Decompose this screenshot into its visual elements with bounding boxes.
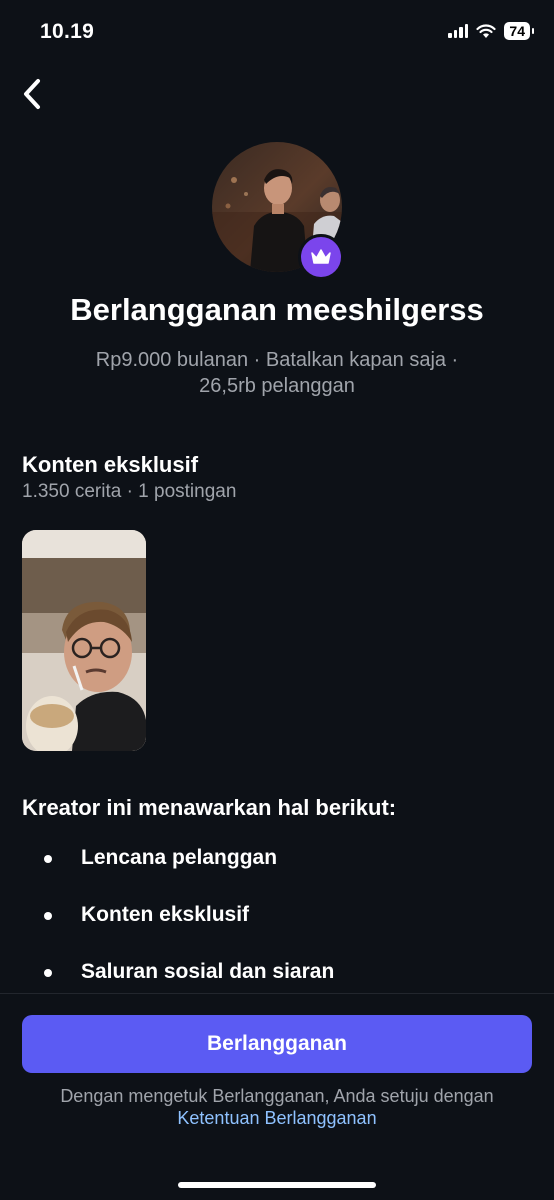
meta-subscribers-line: 26,5rb pelanggan: [199, 375, 355, 397]
offers-title: Kreator ini menawarkan hal berikut:: [22, 795, 397, 820]
story-thumbnail[interactable]: [22, 530, 146, 751]
battery-indicator: 74: [504, 22, 534, 40]
creator-avatar[interactable]: [212, 142, 344, 280]
bullet: [44, 855, 52, 863]
offer-item-exclusive-content: Konten eksklusif: [44, 903, 334, 960]
signal-icon: [448, 24, 469, 38]
exclusive-content-stats: 1.350 cerita · 1 postingan: [22, 481, 237, 502]
status-icons: 74: [448, 22, 534, 40]
offer-item-subscriber-badge: Lencana pelanggan: [44, 846, 334, 903]
terms-text: Dengan mengetuk Berlangganan, Anda setuj…: [20, 1085, 534, 1129]
footer-divider: [0, 993, 554, 994]
chevron-left-icon: [24, 79, 40, 109]
subscriber-badge: [298, 234, 344, 280]
wifi-icon: [476, 23, 497, 38]
terms-link[interactable]: Ketentuan Berlangganan: [20, 1107, 534, 1129]
meta-price-line: Rp9.000 bulanan · Batalkan kapan saja ·: [95, 349, 459, 371]
offer-item-channels: Saluran sosial dan siaran: [44, 960, 334, 1017]
subscription-meta: Rp9.000 bulanan · Batalkan kapan saja · …: [50, 347, 504, 399]
offer-label: Konten eksklusif: [81, 903, 250, 926]
exclusive-content-title: Konten eksklusif: [22, 452, 199, 477]
status-time: 10.19: [40, 20, 95, 43]
bullet: [44, 969, 52, 977]
bullet: [44, 912, 52, 920]
back-button[interactable]: [14, 76, 50, 112]
offer-label: Lencana pelanggan: [81, 846, 278, 869]
home-indicator[interactable]: [178, 1182, 376, 1188]
crown-icon: [311, 249, 331, 264]
terms-prefix: Dengan mengetuk Berlangganan, Anda setuj…: [60, 1086, 494, 1106]
offer-label: Saluran sosial dan siaran: [81, 960, 335, 983]
status-bar: 10.19 74: [0, 0, 554, 66]
offers-list: Lencana pelanggan Konten eksklusif Salur…: [44, 846, 334, 1017]
subscribe-button[interactable]: Berlangganan: [22, 1015, 532, 1073]
page-title: Berlangganan meeshilgerss: [70, 292, 484, 327]
